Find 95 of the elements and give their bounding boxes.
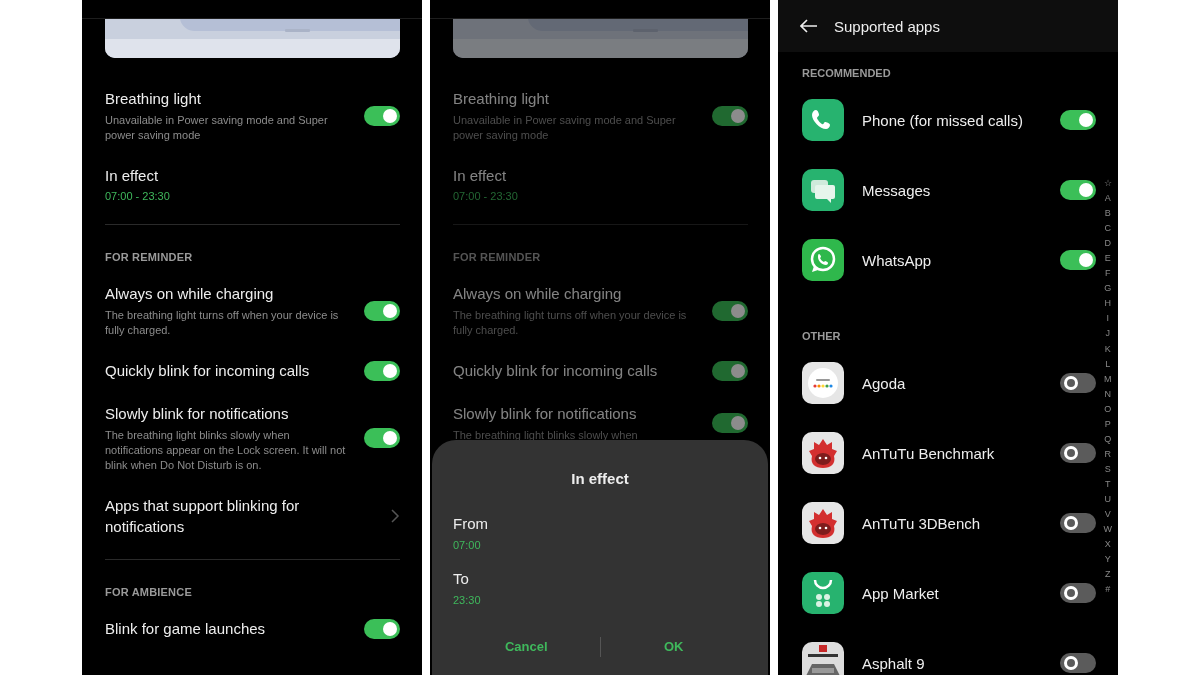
toggle-switch[interactable] xyxy=(1060,443,1096,463)
app-name: WhatsApp xyxy=(862,251,933,269)
index-letter[interactable]: I xyxy=(1106,311,1109,327)
setting-description: The breathing light turns off when your device is fully charged. xyxy=(453,308,688,338)
time-range: 07:00 - 23:30 xyxy=(105,190,171,202)
index-letter[interactable]: # xyxy=(1105,582,1111,598)
app-name: AnTuTu Benchmark xyxy=(862,444,996,462)
index-letter[interactable]: A xyxy=(1104,191,1111,207)
index-letter[interactable]: N xyxy=(1104,386,1111,402)
dialog-title: In effect xyxy=(570,470,630,487)
toggle-switch[interactable] xyxy=(712,413,748,433)
flame-mascot-icon xyxy=(802,432,844,474)
index-letter[interactable]: G xyxy=(1104,281,1112,297)
dialog-button[interactable]: Cancel xyxy=(453,633,600,660)
time-value: 23:30 xyxy=(453,594,482,606)
toggle-switch[interactable] xyxy=(364,360,400,381)
index-letter[interactable]: K xyxy=(1104,341,1111,357)
app-name: Agoda xyxy=(862,374,907,392)
index-letter[interactable]: R xyxy=(1104,446,1111,462)
index-letter[interactable]: D xyxy=(1104,236,1111,252)
index-letter[interactable]: U xyxy=(1104,492,1111,508)
toggle-switch[interactable] xyxy=(1060,513,1096,533)
dots-logo-icon xyxy=(802,362,844,404)
app-name: Asphalt 9 xyxy=(862,654,926,672)
toggle-switch[interactable] xyxy=(1060,250,1096,270)
toggle-switch[interactable] xyxy=(712,360,748,381)
screen-title: Supported apps xyxy=(834,17,940,35)
chat-phone-icon xyxy=(802,239,844,281)
setting-description: The breathing light blinks slowly when notifications appear on the Lock screen. It will not blink when Do Not Disturb is on. xyxy=(105,428,347,473)
index-letter[interactable]: Y xyxy=(1104,552,1111,568)
time-label[interactable]: To xyxy=(453,570,747,587)
app-name: Phone (for missed calls) xyxy=(862,111,1024,129)
setting-title[interactable]: Slowly blink for notifications xyxy=(453,403,696,424)
setting-title[interactable]: Apps that support blinking for notifications xyxy=(105,495,374,537)
toggle-switch[interactable] xyxy=(364,105,400,126)
phone-icon xyxy=(802,99,844,141)
section-header: RECOMMENDED xyxy=(802,67,892,79)
section-header: OTHER xyxy=(802,330,842,342)
setting-title[interactable]: In effect xyxy=(453,165,748,186)
setting-title[interactable]: Quickly blink for incoming calls xyxy=(105,360,348,381)
setting-title[interactable]: In effect xyxy=(105,165,400,186)
index-letter[interactable]: E xyxy=(1104,251,1111,267)
toggle-switch[interactable] xyxy=(1060,373,1096,393)
toggle-switch[interactable] xyxy=(364,300,400,321)
index-letter[interactable]: X xyxy=(1104,537,1111,553)
index-letter[interactable]: B xyxy=(1104,206,1111,222)
setting-description: The breathing light blinks slowly when xyxy=(453,428,639,443)
setting-title[interactable]: Blink for game launches xyxy=(105,618,348,639)
section-header: FOR AMBIENCE xyxy=(105,586,193,598)
shopping-bag-icon xyxy=(802,572,844,614)
index-letter[interactable]: V xyxy=(1104,507,1111,523)
toggle-switch[interactable] xyxy=(712,300,748,321)
index-letter[interactable]: P xyxy=(1104,416,1111,432)
index-letter[interactable]: F xyxy=(1105,266,1111,282)
toggle-switch[interactable] xyxy=(1060,653,1096,673)
index-letter[interactable]: L xyxy=(1105,356,1111,372)
toggle-switch[interactable] xyxy=(1060,110,1096,130)
setting-title[interactable]: Always on while charging xyxy=(453,283,696,304)
section-header: FOR REMINDER xyxy=(105,251,194,263)
time-value: 07:00 xyxy=(453,539,482,551)
toggle-switch[interactable] xyxy=(364,618,400,639)
setting-title[interactable]: Slowly blink for notifications xyxy=(105,403,348,424)
app-name: Messages xyxy=(862,181,932,199)
index-letter[interactable]: W xyxy=(1103,522,1112,538)
index-letter[interactable]: T xyxy=(1105,476,1111,492)
section-header: FOR REMINDER xyxy=(453,251,542,263)
dialog-button[interactable]: OK xyxy=(600,633,747,660)
app-name: AnTuTu 3DBench xyxy=(862,514,982,532)
index-letter[interactable]: C xyxy=(1104,221,1111,237)
setting-title[interactable]: Always on while charging xyxy=(105,283,348,304)
chat-bubbles-icon xyxy=(802,169,844,211)
chevron-right-icon xyxy=(390,509,400,523)
toggle-switch[interactable] xyxy=(712,105,748,126)
setting-description: Unavailable in Power saving mode and Super power saving mode xyxy=(105,113,329,143)
time-range: 07:00 - 23:30 xyxy=(453,190,519,202)
toggle-switch[interactable] xyxy=(1060,180,1096,200)
index-letter[interactable]: S xyxy=(1104,461,1111,477)
setting-title[interactable]: Quickly blink for incoming calls xyxy=(453,360,696,381)
setting-description: Unavailable in Power saving mode and Super power saving mode xyxy=(453,113,677,143)
index-letter[interactable]: ☆ xyxy=(1103,176,1112,192)
index-letter[interactable]: O xyxy=(1104,401,1112,417)
index-letter[interactable]: J xyxy=(1105,326,1110,342)
index-letter[interactable]: H xyxy=(1104,296,1111,312)
time-label[interactable]: From xyxy=(453,515,747,532)
index-letter[interactable]: Q xyxy=(1104,431,1112,447)
index-letter[interactable]: Z xyxy=(1105,567,1111,583)
toggle-switch[interactable] xyxy=(1060,583,1096,603)
index-letter[interactable]: M xyxy=(1104,371,1112,387)
setting-description: The breathing light turns off when your device is fully charged. xyxy=(105,308,340,338)
back-arrow-icon[interactable] xyxy=(800,19,818,33)
setting-title[interactable]: Breathing light xyxy=(105,88,348,109)
toggle-switch[interactable] xyxy=(364,428,400,448)
setting-title[interactable]: Breathing light xyxy=(453,88,696,109)
app-name: App Market xyxy=(862,584,940,602)
flame-mascot-icon xyxy=(802,502,844,544)
